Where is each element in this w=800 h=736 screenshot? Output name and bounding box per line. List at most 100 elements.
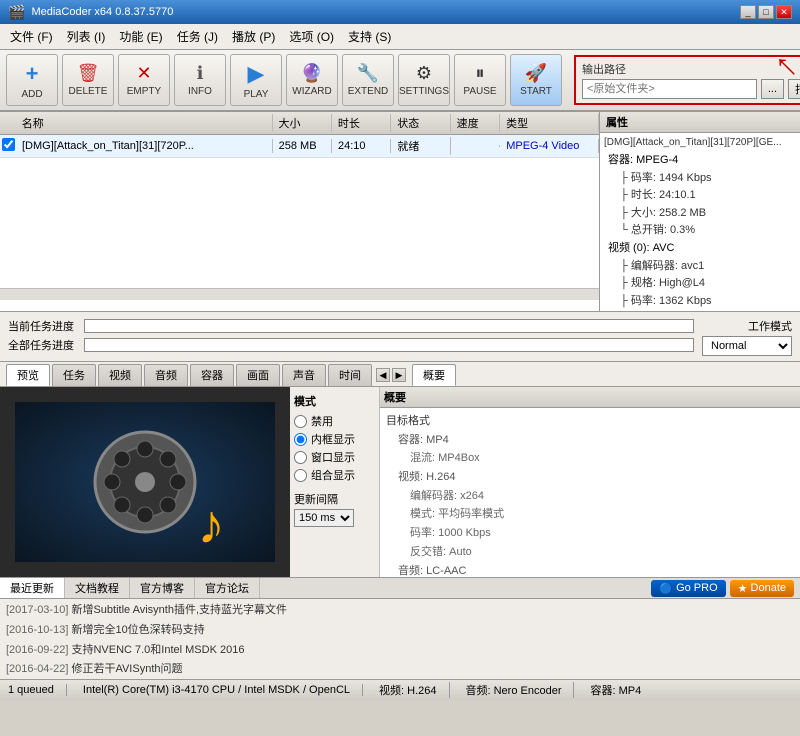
film-reel-icon: [90, 427, 200, 537]
file-duration: 24:10: [332, 139, 391, 153]
news-actions: 🔵 Go PRO ★ Donate: [651, 578, 800, 598]
mode-disabled[interactable]: 禁用: [294, 413, 375, 429]
col-name: 名称: [16, 114, 273, 132]
tab-navigation: ◀ ▶: [376, 364, 406, 386]
tab-recent-updates[interactable]: 最近更新: [0, 578, 65, 598]
main-area: 名称 大小 时长 状态 速度 类型 [DMG][Attack_on_Titan]…: [0, 112, 800, 312]
extend-button[interactable]: 🔧 EXTEND: [342, 54, 394, 106]
status-video: 视频: H.264: [379, 682, 449, 698]
properties-panel: 属性 [DMG][Attack_on_Titan][31][720P][GE..…: [600, 112, 800, 311]
tab-forum[interactable]: 官方论坛: [195, 578, 260, 598]
play-button[interactable]: ▶ PLAY: [230, 54, 282, 106]
summary-subitem: 模式: 平均码率模式: [386, 505, 794, 524]
interval-select[interactable]: 150 ms 300 ms 500 ms: [294, 509, 354, 527]
settings-button[interactable]: ⚙ SETTINGS: [398, 54, 450, 106]
mode-combo-radio[interactable]: [294, 469, 307, 482]
tab-time[interactable]: 时间: [328, 364, 372, 386]
add-button[interactable]: + ADD: [6, 54, 58, 106]
props-subitem: ├ 时长: 24:10.1: [604, 187, 796, 205]
tab-task[interactable]: 任务: [52, 364, 96, 386]
start-button[interactable]: 🚀 START: [510, 54, 562, 106]
menu-bar: 文件 (F)列表 (I)功能 (E)任务 (J)播放 (P)选项 (O)支持 (…: [0, 24, 800, 50]
menu-item-o[interactable]: 选项 (O): [283, 26, 340, 47]
menu-item-f[interactable]: 文件 (F): [4, 26, 59, 47]
current-progress-row: 当前任务进度: [8, 318, 694, 334]
output-path-input[interactable]: [582, 79, 757, 99]
mode-panel: 模式 禁用 内框显示 窗口显示 组合显示 更新间隔 150 ms 300 ms …: [290, 387, 380, 577]
summary-item: 视频: H.264: [386, 468, 794, 487]
col-size: 大小: [273, 114, 332, 132]
app-title: MediaCoder x64 0.8.37.5770: [31, 6, 173, 18]
close-button[interactable]: ✕: [776, 5, 792, 19]
news-tabs: 最近更新 文档教程 官方博客 官方论坛 🔵 Go PRO ★ Donate: [0, 578, 800, 599]
tabs-row: 预览 任务 视频 音频 容器 画面 声音 时间 ◀ ▶ 概要: [0, 362, 800, 386]
tab-video[interactable]: 视频: [98, 364, 142, 386]
col-status: 状态: [391, 114, 450, 132]
empty-button[interactable]: ✕ EMPTY: [118, 54, 170, 106]
mode-inner[interactable]: 内框显示: [294, 431, 375, 447]
total-progress-bar: [84, 338, 694, 352]
open-folder-button[interactable]: 打开: [788, 79, 800, 99]
tab-docs[interactable]: 文档教程: [65, 578, 130, 598]
menu-item-s[interactable]: 支持 (S): [342, 26, 397, 47]
tab-screen[interactable]: 画面: [236, 364, 280, 386]
menu-item-p[interactable]: 播放 (P): [226, 26, 281, 47]
col-duration: 时长: [332, 114, 391, 132]
summary-tree: 目标格式 容器: MP4 混流: MP4Box 视频: H.264 编解码器: …: [386, 412, 794, 577]
browse-button[interactable]: ...: [761, 79, 784, 99]
tab-summary[interactable]: 概要: [412, 364, 456, 386]
menu-item-e[interactable]: 功能 (E): [113, 26, 168, 47]
donate-label: Donate: [751, 582, 786, 594]
preview-image: ♪: [15, 402, 275, 562]
props-title: 属性: [600, 112, 800, 133]
tab-audio[interactable]: 音频: [144, 364, 188, 386]
summary-subitem: 码率: 1000 Kbps: [386, 524, 794, 543]
title-bar: 🎬 MediaCoder x64 0.8.37.5770 _ □ ✕: [0, 0, 800, 24]
maximize-button[interactable]: □: [758, 5, 774, 19]
status-audio: 音频: Nero Encoder: [466, 682, 575, 698]
donate-button[interactable]: ★ Donate: [730, 580, 794, 597]
props-subitem: └ 分辨率: 1280x720: [604, 310, 796, 311]
wizard-button[interactable]: 🔮 WIZARD: [286, 54, 338, 106]
props-tree: 容器: MPEG-4 ├ 码率: 1494 Kbps ├ 时长: 24:10.1…: [604, 152, 796, 311]
gopro-button[interactable]: 🔵 Go PRO: [651, 580, 725, 597]
tab-blog[interactable]: 官方博客: [130, 578, 195, 598]
mode-disabled-radio[interactable]: [294, 415, 307, 428]
preview-panel: ♪: [0, 387, 290, 577]
output-section: 输出路径 ... 打开: [574, 55, 800, 105]
props-subitem: ├ 大小: 258.2 MB: [604, 205, 796, 223]
table-row[interactable]: [DMG][Attack_on_Titan][31][720P... 258 M…: [0, 135, 599, 158]
tab-prev-button[interactable]: ◀: [376, 368, 390, 382]
horizontal-scrollbar[interactable]: [0, 288, 599, 300]
pause-button[interactable]: ⏸ PAUSE: [454, 54, 506, 106]
menu-item-i[interactable]: 列表 (I): [61, 26, 112, 47]
delete-button[interactable]: 🗑 DELETE: [62, 54, 114, 106]
summary-item: 音频: LC-AAC: [386, 562, 794, 578]
status-queue: 1 queued: [8, 684, 67, 696]
work-mode-label: 工作模式: [748, 318, 792, 334]
row-checkbox[interactable]: [2, 138, 15, 151]
minimize-button[interactable]: _: [740, 5, 756, 19]
tab-preview[interactable]: 预览: [6, 364, 50, 386]
mode-combo[interactable]: 组合显示: [294, 467, 375, 483]
news-content: [2017-03-10] 新增Subtitle Avisynth插件,支持蓝光字…: [0, 599, 800, 679]
col-speed: 速度: [451, 114, 501, 132]
tab-container[interactable]: 容器: [190, 364, 234, 386]
col-type: 类型: [500, 114, 599, 132]
mode-window-radio[interactable]: [294, 451, 307, 464]
toolbar: + ADD 🗑 DELETE ✕ EMPTY ℹ INFO ▶ PLAY 🔮 W…: [0, 50, 800, 112]
summary-item: 容器: MP4: [386, 431, 794, 450]
file-status: 就绪: [391, 137, 450, 155]
mode-inner-radio[interactable]: [294, 433, 307, 446]
tab-sound[interactable]: 声音: [282, 364, 326, 386]
mode-window[interactable]: 窗口显示: [294, 449, 375, 465]
news-section: 最近更新 文档教程 官方博客 官方论坛 🔵 Go PRO ★ Donate [2…: [0, 577, 800, 679]
tab-next-button[interactable]: ▶: [392, 368, 406, 382]
current-progress-bar: [84, 319, 694, 333]
summary-subitem: 反交错: Auto: [386, 543, 794, 562]
work-mode-select[interactable]: Normal Batch Queue: [702, 336, 792, 356]
menu-item-j[interactable]: 任务 (J): [171, 26, 224, 47]
status-container: 容器: MP4: [590, 682, 653, 698]
status-cpu: Intel(R) Core(TM) i3-4170 CPU / Intel MS…: [83, 684, 363, 696]
info-button[interactable]: ℹ INFO: [174, 54, 226, 106]
